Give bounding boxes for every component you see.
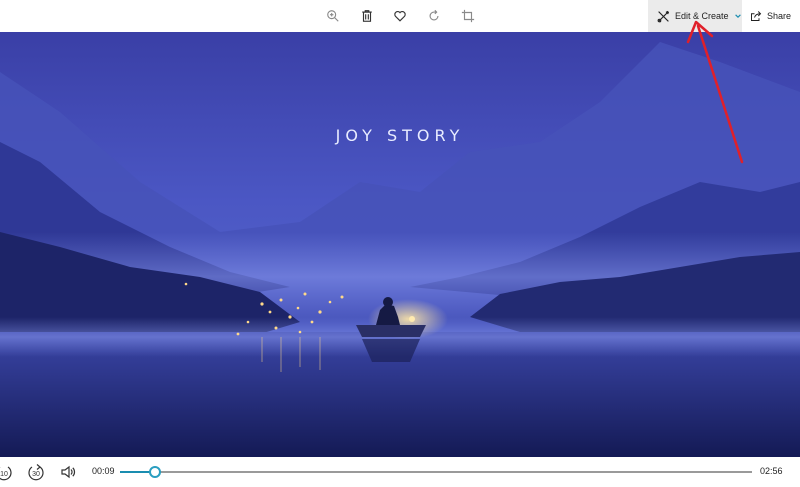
video-scene	[0, 32, 800, 457]
volume-button[interactable]	[58, 461, 78, 483]
chevron-down-icon	[734, 12, 742, 20]
rotate-icon[interactable]	[423, 5, 445, 27]
seek-thumb[interactable]	[148, 466, 161, 478]
share-icon	[750, 10, 762, 22]
current-time: 00:09	[92, 466, 115, 476]
skip-back-icon: 10	[0, 466, 12, 481]
total-time: 02:56	[760, 466, 783, 476]
edit-create-label: Edit & Create	[675, 11, 729, 21]
skip-back-label: 10	[0, 471, 8, 478]
playback-controls: 10 30 00:09 02:56	[0, 457, 800, 487]
share-button[interactable]: Share	[746, 0, 800, 32]
edit-create-button[interactable]: Edit & Create	[648, 0, 742, 32]
skip-back-button[interactable]: 10	[0, 461, 14, 483]
skip-forward-label: 30	[32, 471, 40, 478]
crop-icon[interactable]	[457, 5, 479, 27]
seek-bar[interactable]	[120, 466, 752, 478]
skip-forward-button[interactable]: 30	[26, 461, 46, 483]
share-label: Share	[767, 11, 792, 21]
delete-icon[interactable]	[356, 5, 378, 27]
edit-create-icon	[657, 10, 670, 23]
skip-forward-icon: 30	[28, 464, 44, 481]
top-toolbar: Edit & Create Share	[0, 0, 800, 32]
favorite-icon[interactable]	[389, 5, 411, 27]
zoom-icon[interactable]	[322, 5, 344, 27]
video-title-text: JOY STORY	[335, 126, 465, 145]
video-frame[interactable]: JOY STORY	[0, 32, 800, 457]
volume-icon	[61, 465, 76, 479]
